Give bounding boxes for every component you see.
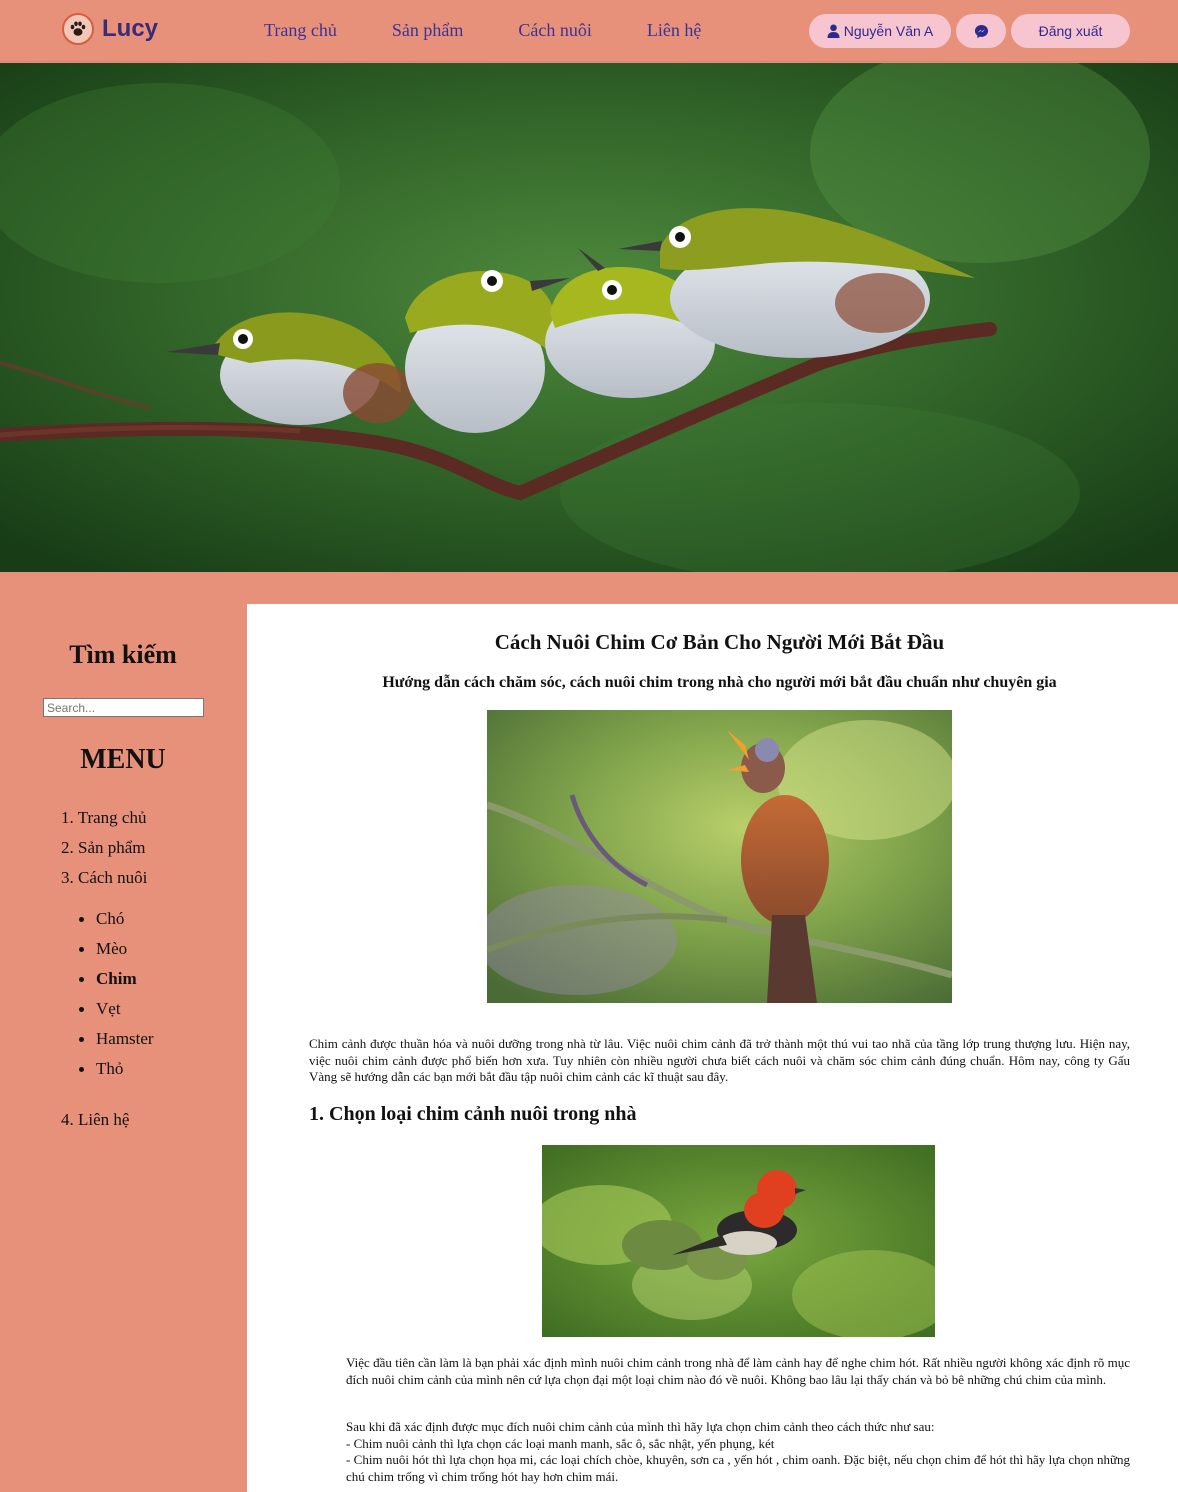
sidebar-submenu: Chó Mèo Chim Vẹt Hamster Thỏ (79, 908, 154, 1088)
choose-bird-intro-line: Sau khi đã xác định được mục đích nuôi c… (346, 1419, 935, 1434)
brand-logo[interactable]: Lucy (62, 12, 158, 46)
sidebar-subitem-bird[interactable]: Chim (79, 968, 154, 998)
messenger-icon (974, 24, 988, 38)
paw-icon (62, 13, 94, 45)
top-navbar: Lucy Trang chủ Sản phẩm Cách nuôi Liên h… (0, 0, 1178, 62)
choose-bird-paragraph-2: Sau khi đã xác định được mục đích nuôi c… (346, 1419, 1130, 1485)
user-icon (827, 24, 840, 38)
red-headed-bird-image (542, 1145, 935, 1337)
hero-banner-image (0, 63, 1178, 572)
nav-link-home[interactable]: Trang chủ (264, 20, 337, 41)
choose-bird-singing-line: - Chim nuôi hót thì lựa chọn họa mi, các… (346, 1452, 1130, 1484)
sidebar-subitem-dog[interactable]: Chó (79, 908, 154, 938)
sidebar-item-products[interactable]: 2. Sản phẩm (61, 837, 147, 867)
logout-button[interactable]: Đăng xuất (1011, 14, 1130, 48)
section-heading-choose-bird: 1. Chọn loại chim cảnh nuôi trong nhà (309, 1103, 637, 1125)
article-content: Cách Nuôi Chim Cơ Bản Cho Người Mới Bắt … (247, 604, 1178, 1492)
sidebar-menu: 1. Trang chủ 2. Sản phẩm 3. Cách nuôi (61, 807, 147, 897)
sidebar-item-care[interactable]: 3. Cách nuôi (61, 867, 147, 897)
singing-bird-image (487, 710, 952, 1003)
user-name: Nguyễn Văn A (843, 23, 934, 39)
menu-heading: MENU (80, 744, 166, 775)
messenger-button[interactable] (956, 14, 1006, 48)
nav-link-contact[interactable]: Liên hệ (647, 20, 701, 41)
sidebar-item-home[interactable]: 1. Trang chủ (61, 807, 147, 837)
main-nav: Trang chủ Sản phẩm Cách nuôi Liên hệ (264, 20, 756, 41)
sidebar-item-contact[interactable]: 4. Liên hệ (61, 1110, 129, 1130)
nav-link-products[interactable]: Sản phẩm (392, 20, 464, 41)
user-profile-button[interactable]: Nguyễn Văn A (809, 14, 951, 48)
sidebar-subitem-hamster[interactable]: Hamster (79, 1028, 154, 1058)
choose-bird-paragraph-1: Việc đầu tiên cần làm là bạn phải xác đị… (346, 1355, 1130, 1387)
article-title: Cách Nuôi Chim Cơ Bản Cho Người Mới Bắt … (494, 630, 945, 654)
brand-name: Lucy (102, 15, 159, 42)
choose-bird-ornamental-line: - Chim nuôi cảnh thì lựa chọn các loại m… (346, 1435, 775, 1451)
sidebar: Tìm kiếm MENU 1. Trang chủ 2. Sản phẩm 3… (0, 604, 246, 1492)
intro-paragraph: Chim cảnh được thuần hóa và nuôi dưỡng t… (309, 1036, 1130, 1084)
article-subtitle: Hướng dẫn cách chăm sóc, cách nuôi chim … (382, 674, 1057, 691)
nav-link-care[interactable]: Cách nuôi (518, 20, 592, 41)
sidebar-subitem-cat[interactable]: Mèo (79, 938, 154, 968)
search-heading: Tìm kiếm (69, 640, 177, 669)
sidebar-subitem-parrot[interactable]: Vẹt (79, 998, 154, 1028)
search-input[interactable] (43, 698, 204, 717)
sidebar-subitem-rabbit[interactable]: Thỏ (79, 1058, 154, 1088)
